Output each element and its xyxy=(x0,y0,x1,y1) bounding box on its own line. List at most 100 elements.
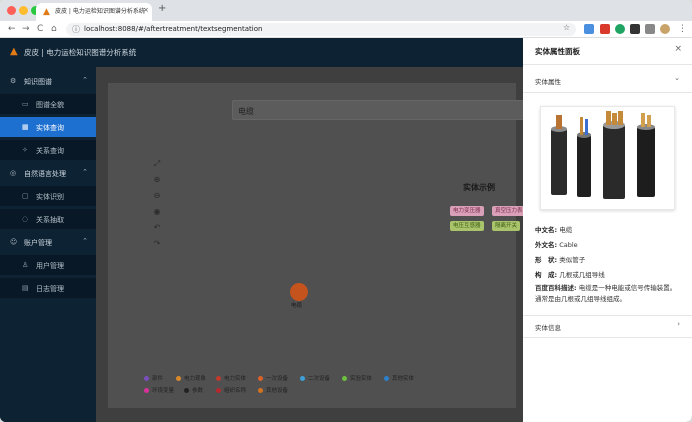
menu-group-label: 知识图谱 xyxy=(24,78,52,86)
attr-foreign-name: 外文名: Cable xyxy=(535,239,578,249)
attr-composition: 构 成: 几根或几组导线 xyxy=(535,269,605,279)
bookmark-star-icon[interactable]: ☆ xyxy=(563,23,570,32)
divider xyxy=(523,92,692,93)
baike-description: 百度百科描述: 电缆是一种电能或信号传输装置。通常是由几根或几组导线组成。 xyxy=(535,283,681,305)
graph-icon: ▭ xyxy=(22,100,29,108)
divider xyxy=(523,337,692,338)
sidebar-item-label: 实体识别 xyxy=(36,193,64,201)
sidebar-item-entity-query[interactable]: ▦ 实体查询 xyxy=(0,117,96,137)
browser-tab[interactable]: ▲ 皮皮 | 电力运检知识图谱分析系统 × xyxy=(36,3,152,21)
menu-group-knowledge-graph[interactable]: ⚙ 知识图谱 ⌃ xyxy=(0,71,96,91)
extension-shield-icon[interactable] xyxy=(584,24,594,34)
example-chip[interactable]: 电压互感器 xyxy=(450,221,484,231)
info-icon[interactable]: ⓘ xyxy=(72,24,80,35)
address-bar[interactable]: ⓘ localhost:8088/#/aftertreatment/textse… xyxy=(66,23,576,36)
zoom-in-icon[interactable]: ⊕ xyxy=(151,174,163,186)
example-chip[interactable]: 真空压力表 xyxy=(492,206,526,216)
attr-value: Cable xyxy=(559,241,578,249)
close-icon[interactable]: × xyxy=(674,44,682,54)
sidebar-item-entity-recognition[interactable]: ▢ 实体识别 xyxy=(0,186,96,206)
sidebar: ⚙ 知识图谱 ⌃ ▭ 图谱全貌 ▦ 实体查询 ✧ 关系查询 ◎ 自然语言处理 ⌃ xyxy=(0,67,96,422)
new-tab-button[interactable]: + xyxy=(158,3,166,14)
sidebar-item-graph-overview[interactable]: ▭ 图谱全貌 xyxy=(0,94,96,114)
nlp-icon: ◎ xyxy=(10,169,17,177)
entity-examples-title: 实体示例 xyxy=(463,183,495,192)
legend-dot-icon xyxy=(144,388,149,393)
legend-label: 一次设备 xyxy=(266,376,289,382)
sidebar-item-label: 关系查询 xyxy=(36,147,64,155)
extension-red-icon[interactable] xyxy=(600,24,610,34)
sidebar-item-relation-query[interactable]: ✧ 关系查询 xyxy=(0,140,96,160)
divider xyxy=(523,64,692,65)
menu-group-label: 账户管理 xyxy=(24,239,52,247)
legend-label: 电力实体 xyxy=(224,376,247,382)
sidebar-item-relation-extraction[interactable]: ◌ 关系抽取 xyxy=(0,209,96,229)
log-icon: ▤ xyxy=(22,284,29,292)
sidebar-item-user-management[interactable]: ♙ 用户管理 xyxy=(0,255,96,275)
fit-view-icon[interactable]: ⤢ xyxy=(151,158,163,170)
attr-label: 百度百科描述: xyxy=(535,284,577,292)
zoom-out-icon[interactable]: ⊖ xyxy=(151,190,163,202)
legend-dot-icon xyxy=(258,376,263,381)
home-button[interactable]: ⌂ xyxy=(51,23,57,35)
attr-value: 电缆 xyxy=(559,226,573,234)
document-icon: ▢ xyxy=(22,192,29,200)
menu-group-account[interactable]: ☺ 账户管理 ⌃ xyxy=(0,232,96,252)
cable-image xyxy=(540,106,675,210)
minimize-window-button[interactable] xyxy=(19,6,28,15)
divider xyxy=(523,315,692,316)
sidebar-item-log-management[interactable]: ▤ 日志管理 xyxy=(0,278,96,298)
graph-node-cable[interactable] xyxy=(290,283,308,301)
attr-label: 形 状: xyxy=(535,256,558,264)
legend-dot-icon xyxy=(258,388,263,393)
legend-label: 部件 xyxy=(152,376,164,382)
attr-label: 外文名: xyxy=(535,241,558,249)
chevron-up-icon: ⌃ xyxy=(82,237,88,245)
attribute-section-header[interactable]: 实体属性 xyxy=(535,76,561,86)
browser-menu-icon[interactable]: ⋮ xyxy=(678,23,687,35)
account-icon: ☺ xyxy=(10,238,18,246)
close-window-button[interactable] xyxy=(7,6,16,15)
attr-chinese-name: 中文名: 电缆 xyxy=(535,224,572,234)
network-icon: ⚙ xyxy=(10,77,17,85)
eye-icon[interactable]: ◉ xyxy=(151,206,163,218)
attr-label: 中文名: xyxy=(535,226,558,234)
back-button[interactable]: ← xyxy=(8,23,16,35)
info-section-header[interactable]: 实体信息 xyxy=(535,322,561,332)
graph-card: 电缆 ⤢ ⊕ ⊖ ◉ ↶ ↷ 实体示例 电力变压器 真空压力表 电压互感器 隔离… xyxy=(108,83,532,408)
extension-dark-icon[interactable] xyxy=(630,24,640,34)
graph-node-label: 电缆 xyxy=(291,303,303,309)
chevron-right-icon[interactable]: › xyxy=(677,320,680,328)
favicon-icon: ▲ xyxy=(43,7,50,17)
user-icon: ♙ xyxy=(22,261,29,269)
menu-group-label: 自然语言处理 xyxy=(24,170,66,178)
search-value: 电缆 xyxy=(238,107,254,116)
extensions-puzzle-icon[interactable] xyxy=(645,24,655,34)
legend-dot-icon xyxy=(216,376,221,381)
reload-button[interactable]: C xyxy=(37,23,43,35)
legend-label: 其他实体 xyxy=(392,376,415,382)
link-icon: ◌ xyxy=(22,215,29,223)
example-chip[interactable]: 隔离开关 xyxy=(492,221,521,231)
sidebar-item-label: 图谱全貌 xyxy=(36,101,64,109)
app-title: 皮皮 | 电力运检知识图谱分析系统 xyxy=(24,48,137,57)
attr-shape: 形 状: 类似管子 xyxy=(535,254,585,264)
sidebar-item-label: 用户管理 xyxy=(36,262,64,270)
attr-value: 几根或几组导线 xyxy=(559,271,605,279)
extension-green-icon[interactable] xyxy=(615,24,625,34)
chevron-up-icon: ⌃ xyxy=(82,168,88,176)
tab-close-icon[interactable]: × xyxy=(143,6,149,14)
legend-dot-icon xyxy=(300,376,305,381)
entity-search-input[interactable]: 电缆 xyxy=(232,100,532,120)
legend-label: 组织名称 xyxy=(224,388,247,394)
browser-window: ▲ 皮皮 | 电力运检知识图谱分析系统 × + ← → C ⌂ ⓘ localh… xyxy=(0,0,692,422)
profile-avatar[interactable] xyxy=(660,24,670,34)
chevron-down-icon[interactable]: ⌄ xyxy=(674,74,680,82)
forward-button[interactable]: → xyxy=(22,23,30,35)
menu-group-nlp[interactable]: ◎ 自然语言处理 ⌃ xyxy=(0,163,96,183)
example-chip[interactable]: 电力变压器 xyxy=(450,206,484,216)
redo-icon[interactable]: ↷ xyxy=(151,238,163,250)
app-logo-icon: ▲ xyxy=(10,46,18,57)
legend-dot-icon xyxy=(342,376,347,381)
undo-icon[interactable]: ↶ xyxy=(151,222,163,234)
